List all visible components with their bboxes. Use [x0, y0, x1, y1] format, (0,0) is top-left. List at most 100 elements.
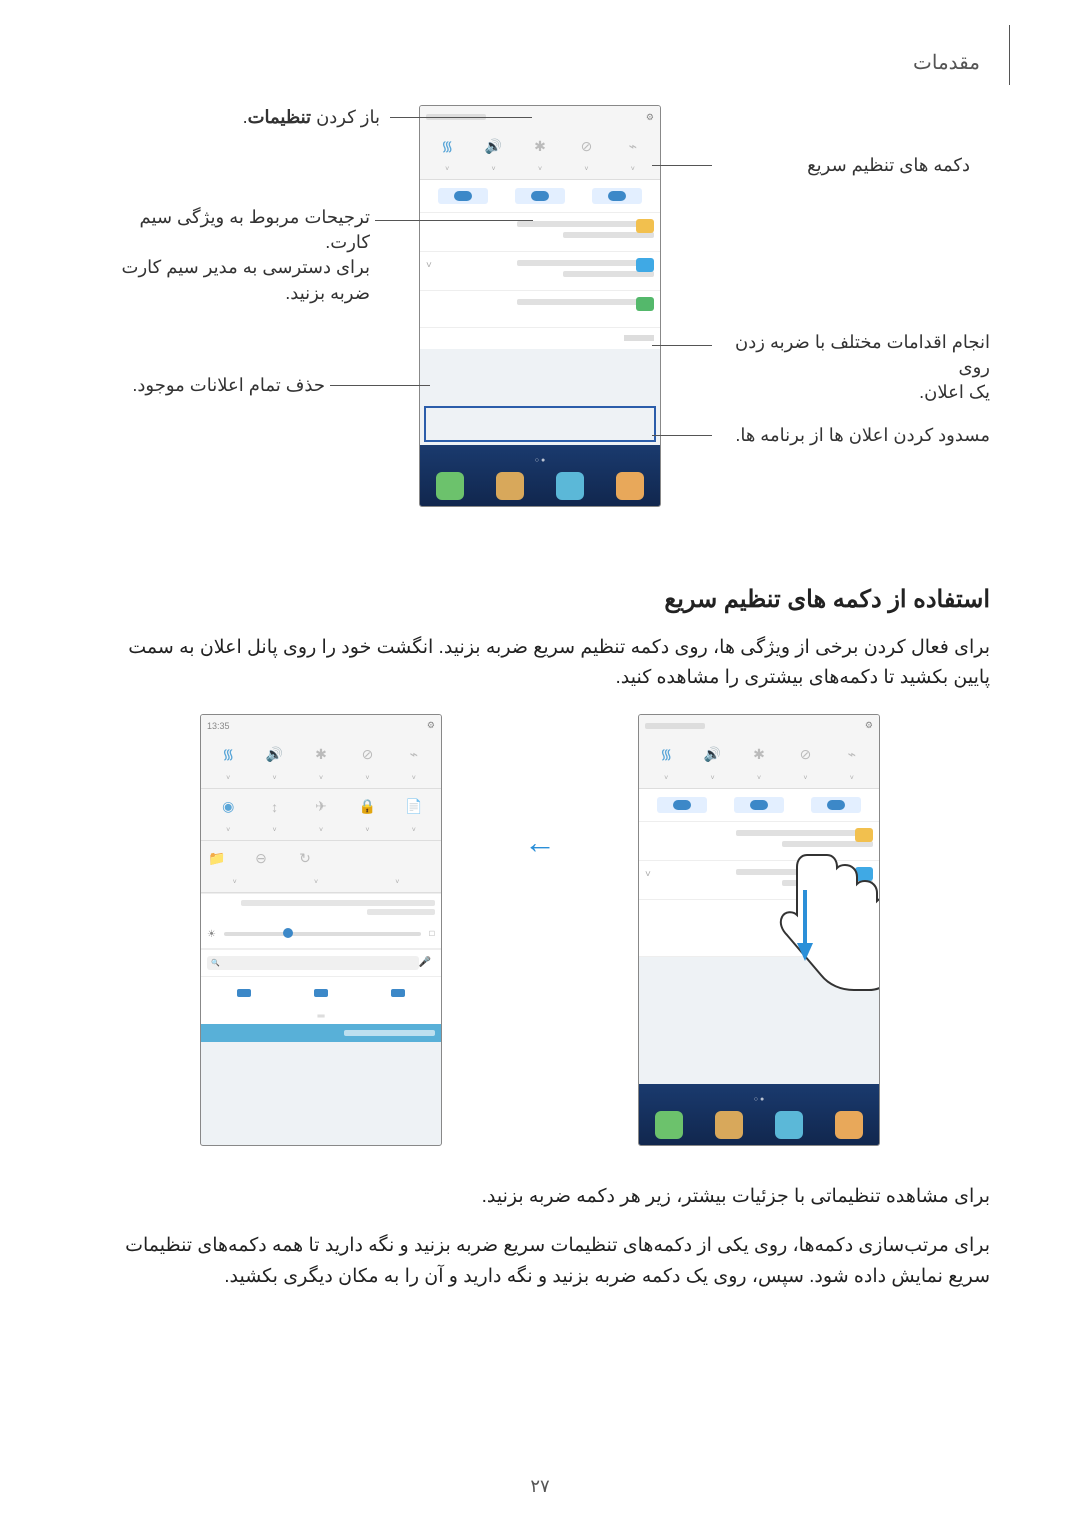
chevron-down-icon: ˅	[426, 260, 432, 271]
airplane-icon: ✈	[309, 795, 333, 819]
minus-icon: ⊖	[249, 847, 273, 871]
sound-icon: 🔊	[482, 134, 506, 158]
leader-line	[390, 117, 532, 118]
notification-item: ˅	[420, 252, 660, 291]
home-dock	[639, 1084, 879, 1145]
callout-quick-settings: دکمه های تنظیم سریع	[720, 153, 970, 178]
page-header: مقدمات	[90, 50, 990, 75]
wifi-icon: ᯾	[216, 743, 240, 767]
sim-row	[639, 789, 879, 822]
refresh-icon: ↻	[293, 847, 317, 871]
gear-icon: ⚙	[646, 112, 654, 123]
bluetooth-icon: ✱	[747, 743, 771, 767]
leader-line	[375, 220, 533, 221]
handle-icon: ═	[201, 1009, 441, 1024]
quick-settings-row-3: ↻ ⊖ 📁	[201, 841, 441, 877]
notification-badge	[636, 297, 654, 311]
sim-row	[420, 180, 660, 213]
messages-icon	[496, 472, 524, 500]
phone-mock-left: ⚙ 13:35 ⌁ ⊘ ✱ 🔊 ᯾ ˅˅˅˅˅ 📄 🔒 ✈ ↕ ◉ ˅˅˅	[200, 714, 442, 1146]
quick-settings-labels: ˅˅˅˅˅	[201, 773, 441, 789]
quick-settings-row: ⌁ ⊘ ✱ 🔊 ᯾	[420, 128, 660, 164]
notification-badge	[636, 258, 654, 272]
body-para-3: برای مرتب‌سازی دکمه‌ها، روی یکی از دکمه‌…	[90, 1231, 990, 1292]
mic-icon: 🎤	[419, 957, 431, 968]
sound-icon: 🔊	[701, 743, 725, 767]
notification-item	[639, 900, 879, 957]
gear-icon: ⚙	[427, 720, 435, 731]
phone-icon	[436, 472, 464, 500]
callout-clear-all: حذف تمام اعلانات موجود.	[120, 373, 325, 398]
apps-icon	[616, 472, 644, 500]
page-number: ٢٧	[0, 1476, 1080, 1497]
notification-text	[201, 893, 441, 921]
document-page: مقدمات ⚙ ⌁ ⊘ ✱ 🔊 ᯾ ˅˅˅˅˅	[0, 0, 1080, 1527]
wifi-icon: ᯾	[435, 134, 459, 158]
callout-sim-prefs: ترجیحات مربوط به ویژگی سیم کارت. برای دس…	[90, 205, 370, 306]
brightness-gear-icon: ☀	[207, 929, 216, 940]
quick-settings-labels: ˅˅˅˅˅	[420, 164, 660, 180]
quick-settings-labels: ˅˅˅˅˅	[639, 773, 879, 789]
leader-line	[652, 345, 712, 346]
callout-block-notifications: مسدود کردن اعلان ها از برنامه ها.	[720, 423, 990, 448]
search-row: 🎤 🔍	[201, 949, 441, 976]
browser-icon	[556, 472, 584, 500]
dnd-icon: ⊘	[355, 743, 379, 767]
page-indicator: ● ○	[639, 1096, 879, 1103]
rotate-icon: 🔒	[355, 795, 379, 819]
status-bar: ⚙	[639, 715, 879, 737]
highlight-box	[424, 406, 656, 442]
sim-chip	[438, 188, 488, 204]
section-heading: استفاده از دکمه های تنظیم سریع	[90, 585, 990, 614]
hotspot-icon: 📄	[402, 795, 426, 819]
body-para-1: برای فعال کردن برخی از ویژگی ها، روی دکم…	[90, 633, 990, 694]
gear-icon: ⚙	[865, 720, 873, 731]
page-indicator: ● ○	[420, 457, 660, 464]
auto-label: ☐	[429, 930, 435, 938]
quick-settings-row-2: 📄 🔒 ✈ ↕ ◉	[201, 789, 441, 825]
bottom-diagram: ⚙ ⌁ ⊘ ✱ 🔊 ᯾ ˅˅˅˅˅	[90, 714, 990, 1154]
notification-item	[420, 213, 660, 252]
callout-tap-notification: انجام اقدامات مختلف با ضربه زدن روی یک ا…	[720, 330, 990, 406]
sound-icon: 🔊	[263, 743, 287, 767]
sync-icon: ↕	[263, 795, 287, 819]
phone-mock-top: ⚙ ⌁ ⊘ ✱ 🔊 ᯾ ˅˅˅˅˅	[419, 105, 661, 507]
leader-line	[652, 435, 712, 436]
callout-open-settings: باز کردن تنظیمات.	[150, 105, 380, 130]
leader-line	[330, 385, 430, 386]
arrow-left-icon: ←	[524, 824, 556, 861]
quick-settings-labels: ˅˅˅˅˅	[201, 825, 441, 841]
slider-track	[224, 932, 421, 936]
wifi-icon: ᯾	[654, 743, 678, 767]
quick-settings-labels: ˅˅˅	[201, 877, 441, 893]
dnd-icon: ⊘	[574, 134, 598, 158]
folder-icon: 📁	[205, 847, 229, 871]
brightness-slider: ☐ ☀	[201, 921, 441, 949]
status-bar: ⚙ 13:35	[201, 715, 441, 737]
clear-all-row	[420, 328, 660, 349]
notification-badge	[636, 219, 654, 233]
quick-settings-row: ⌁ ⊘ ✱ 🔊 ᯾	[639, 737, 879, 773]
notification-item	[420, 291, 660, 328]
sim-chip	[515, 188, 565, 204]
dnd-icon: ⊘	[793, 743, 817, 767]
leader-line	[652, 165, 712, 166]
location-icon: ◉	[216, 795, 240, 819]
quick-settings-row: ⌁ ⊘ ✱ 🔊 ᯾	[201, 737, 441, 773]
notification-item	[639, 822, 879, 861]
flashlight-icon: ⌁	[840, 743, 864, 767]
notification-item: ˅	[639, 861, 879, 900]
bluetooth-icon: ✱	[309, 743, 333, 767]
phone-mock-right: ⚙ ⌁ ⊘ ✱ 🔊 ᯾ ˅˅˅˅˅	[638, 714, 880, 1146]
body-para-2: برای مشاهده تنظیماتی با جزئیات بیشتر، زی…	[90, 1182, 990, 1212]
status-time: 13:35	[207, 721, 230, 731]
bluetooth-icon: ✱	[528, 134, 552, 158]
quick-settings-footer	[201, 1024, 441, 1042]
top-diagram: ⚙ ⌁ ⊘ ✱ 🔊 ᯾ ˅˅˅˅˅	[90, 105, 990, 545]
search-field: 🔍	[207, 956, 419, 970]
sim-chip	[592, 188, 642, 204]
home-dock	[420, 445, 660, 506]
side-rule	[1009, 25, 1010, 85]
flashlight-icon: ⌁	[402, 743, 426, 767]
flashlight-icon: ⌁	[621, 134, 645, 158]
